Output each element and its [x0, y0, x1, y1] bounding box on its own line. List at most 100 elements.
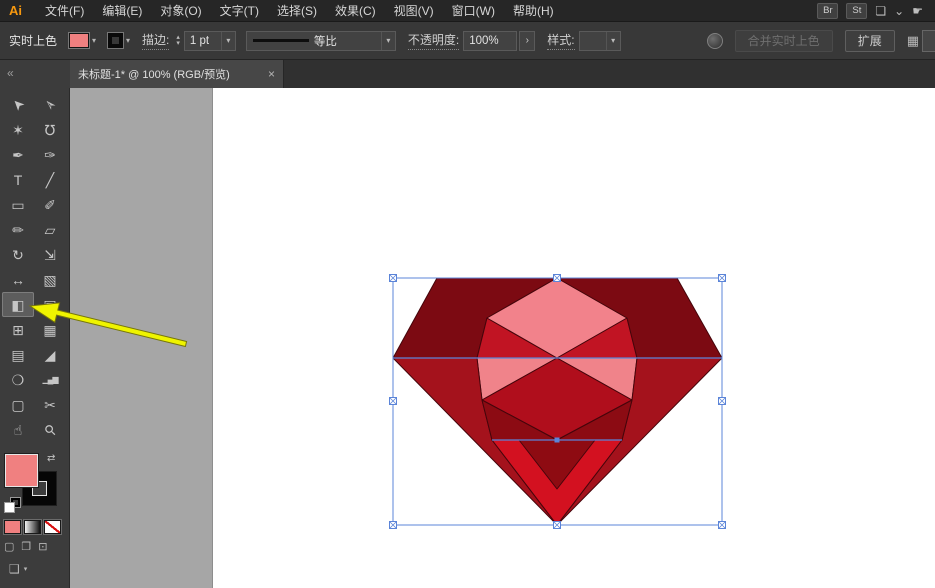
- recolor-artwork-icon[interactable]: [707, 33, 723, 49]
- chevron-down-icon[interactable]: ▾: [126, 36, 130, 45]
- width-tool[interactable]: ↔: [2, 267, 34, 292]
- stroke-label[interactable]: 描边:: [142, 31, 169, 50]
- rectangle-tool[interactable]: ▭: [2, 192, 34, 217]
- menu-item[interactable]: 帮助(H): [504, 2, 563, 19]
- document-tab[interactable]: 未标题-1* @ 100% (RGB/预览) ×: [70, 60, 284, 88]
- zoom-icon: ⚲: [41, 421, 58, 438]
- free-transform-icon: ▧: [43, 273, 56, 287]
- live-paint-selection-tool[interactable]: ▣: [34, 292, 66, 317]
- width-profile-combo[interactable]: 等比 ▾: [246, 31, 396, 51]
- pen-tool[interactable]: ✒: [2, 142, 34, 167]
- none-button[interactable]: [44, 520, 61, 534]
- toolbar-collapse-button[interactable]: «: [0, 60, 70, 88]
- draw-inside-icon[interactable]: ⊡: [38, 540, 47, 553]
- artboard-tool[interactable]: ▢: [2, 392, 34, 417]
- column-graph-tool[interactable]: ▁▄▆: [34, 367, 66, 392]
- stock-badge[interactable]: St: [846, 3, 867, 19]
- chevron-down-icon[interactable]: ▾: [221, 32, 235, 50]
- bridge-badge[interactable]: Br: [817, 3, 838, 19]
- chevron-down-icon[interactable]: ▾: [381, 32, 395, 50]
- menu-item[interactable]: 编辑(E): [93, 2, 151, 19]
- gradient-icon: ▤: [11, 348, 24, 362]
- shaper-tool[interactable]: ▱: [34, 217, 66, 242]
- selection-tool[interactable]: ➤: [2, 92, 34, 117]
- scale-tool[interactable]: ⇲: [34, 242, 66, 267]
- magic-wand-tool[interactable]: ✶: [2, 117, 34, 142]
- default-swatches-icon[interactable]: [5, 498, 21, 513]
- pencil-tool[interactable]: ✏: [2, 217, 34, 242]
- swap-fill-stroke-icon[interactable]: ⇄: [47, 453, 55, 464]
- selection-icon: ➤: [9, 95, 27, 113]
- direct-selection-tool[interactable]: ➢: [34, 92, 66, 117]
- perspective-grid-icon: ⊞: [12, 323, 24, 337]
- hand-icon: ☝: [14, 423, 23, 437]
- style-combo[interactable]: ▾: [579, 31, 621, 51]
- hand-tool[interactable]: ☝: [2, 417, 34, 442]
- panel-menu-icon[interactable]: ▦: [907, 33, 919, 49]
- perspective-grid-tool[interactable]: ⊞: [2, 317, 34, 342]
- stroke-color-swatch[interactable]: [108, 33, 123, 48]
- stroke-color-control[interactable]: ▾: [108, 33, 130, 48]
- lasso-tool[interactable]: ℧: [34, 117, 66, 142]
- gradient-button[interactable]: [24, 520, 41, 534]
- share-screen-icon[interactable]: ☛: [912, 5, 923, 17]
- width-icon: ↔: [11, 273, 25, 287]
- blend-tool[interactable]: ❍: [2, 367, 34, 392]
- main-menus: 文件(F)编辑(E)对象(O)文字(T)选择(S)效果(C)视图(V)窗口(W)…: [36, 0, 563, 21]
- menu-item[interactable]: 文件(F): [36, 2, 93, 19]
- fill-color-control[interactable]: ▾: [69, 33, 96, 48]
- app-logo: Ai: [9, 3, 22, 18]
- menu-item[interactable]: 效果(C): [326, 2, 385, 19]
- screen-mode-button[interactable]: ❑ ▾: [9, 562, 27, 576]
- fill-color-swatch[interactable]: [69, 33, 89, 48]
- curvature-tool[interactable]: ✑: [34, 142, 66, 167]
- line-segment-tool[interactable]: ╱: [34, 167, 66, 192]
- chevron-down-icon[interactable]: ▾: [92, 36, 96, 45]
- zoom-tool[interactable]: ⚲: [34, 417, 66, 442]
- stepper-down-icon[interactable]: ▾: [176, 41, 180, 47]
- pasteboard[interactable]: [70, 88, 935, 588]
- document-tab-title: 未标题-1* @ 100% (RGB/预览): [78, 66, 230, 82]
- gradient-tool[interactable]: ▤: [2, 342, 34, 367]
- fill-swatch[interactable]: [5, 454, 38, 487]
- mesh-tool[interactable]: ▦: [34, 317, 66, 342]
- slice-tool[interactable]: ✂: [34, 392, 66, 417]
- stroke-weight-stepper[interactable]: ▴ ▾: [176, 35, 180, 47]
- menu-item[interactable]: 选择(S): [268, 2, 326, 19]
- live-paint-bucket-tool[interactable]: ◧: [2, 292, 34, 317]
- menu-bar: Ai 文件(F)编辑(E)对象(O)文字(T)选择(S)效果(C)视图(V)窗口…: [0, 0, 935, 22]
- lasso-icon: ℧: [45, 123, 56, 137]
- pencil-icon: ✏: [12, 223, 24, 237]
- workspace-switcher-icon[interactable]: ❏: [875, 5, 886, 17]
- artboard[interactable]: [213, 88, 935, 588]
- live-paint-title: 实时上色: [9, 32, 57, 49]
- rotate-tool[interactable]: ↻: [2, 242, 34, 267]
- collapse-arrows-icon: «: [7, 66, 14, 80]
- draw-behind-icon[interactable]: ❐: [21, 540, 31, 553]
- stroke-weight-combo[interactable]: 1 pt ▾: [184, 31, 236, 51]
- eyedropper-icon: ◢: [45, 348, 56, 362]
- color-mode-row: [4, 520, 61, 534]
- chevron-down-icon[interactable]: ▾: [606, 32, 620, 50]
- opacity-label[interactable]: 不透明度:: [408, 31, 459, 50]
- style-label[interactable]: 样式:: [547, 31, 574, 50]
- expand-button[interactable]: 扩展: [845, 30, 895, 52]
- type-tool[interactable]: T: [2, 167, 34, 192]
- menu-item[interactable]: 视图(V): [385, 2, 443, 19]
- draw-normal-icon[interactable]: ▢: [4, 540, 14, 553]
- opacity-combo[interactable]: 100%: [463, 31, 517, 51]
- slice-icon: ✂: [44, 398, 56, 412]
- paintbrush-tool[interactable]: ✐: [34, 192, 66, 217]
- chevron-down-icon[interactable]: ⌄: [894, 5, 904, 17]
- eyedropper-tool[interactable]: ◢: [34, 342, 66, 367]
- menu-item[interactable]: 文字(T): [211, 2, 268, 19]
- menu-item[interactable]: 对象(O): [151, 2, 210, 19]
- tab-close-icon[interactable]: ×: [268, 67, 275, 81]
- scale-icon: ⇲: [44, 248, 56, 262]
- color-button[interactable]: [4, 520, 21, 534]
- menu-item[interactable]: 窗口(W): [443, 2, 504, 19]
- free-transform-tool[interactable]: ▧: [34, 267, 66, 292]
- opacity-options-button[interactable]: ›: [519, 31, 535, 51]
- tools-panel: ➤➢✶℧✒✑T╱▭✐✏▱↻⇲↔▧◧▣⊞▦▤◢❍▁▄▆▢✂☝⚲ ⇄ ▢❐⊡ ❑ ▾: [0, 88, 70, 588]
- default-fill-icon: [5, 503, 14, 512]
